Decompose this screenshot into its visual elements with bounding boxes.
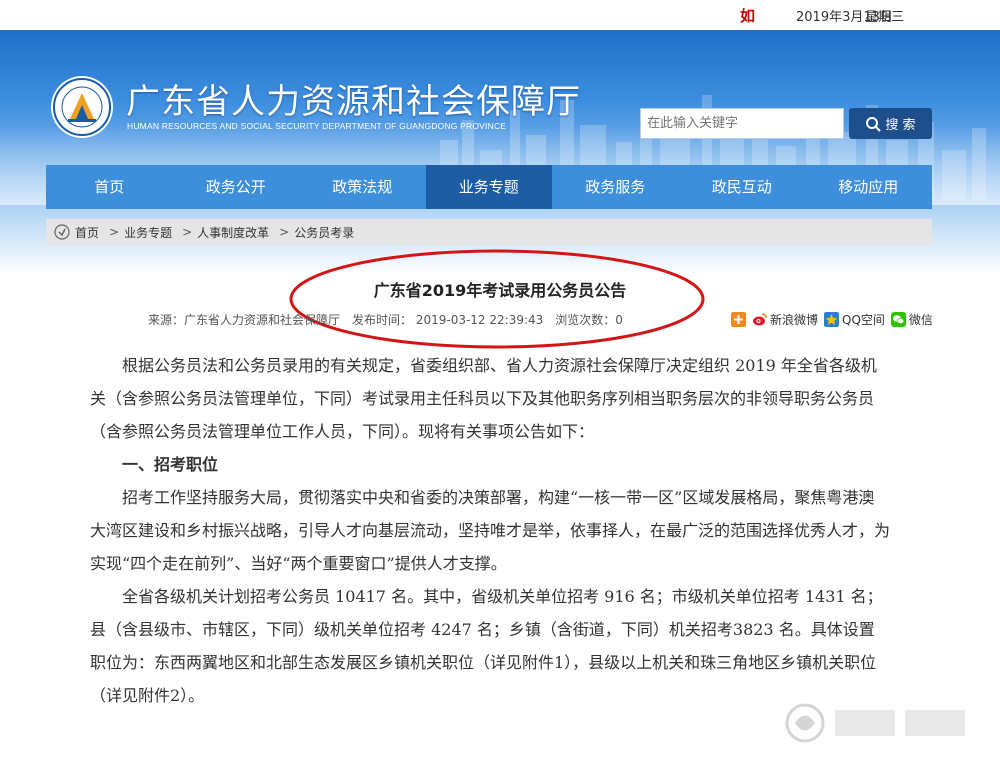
nav-item-government-affairs[interactable]: 政务公开: [173, 165, 300, 209]
article-body: 根据公务员法和公务员录用的有关规定，省委组织部、省人力资源社会保障厅决定组织 2…: [90, 349, 890, 712]
breadcrumb-separator: >: [279, 225, 290, 239]
article-meta: 来源：广东省人力资源和社会保障厅 发布时间： 2019-03-12 22:39:…: [148, 311, 623, 328]
site-title: 广东省人力资源和社会保障厅: [126, 82, 581, 122]
nav-item-public-interaction[interactable]: 政民互动: [679, 165, 806, 209]
breadcrumb-personnel-reform[interactable]: 人事制度改革: [197, 224, 269, 241]
section-heading: 一、招考职位: [122, 455, 219, 474]
nav-item-government-services[interactable]: 政务服务: [552, 165, 679, 209]
weibo-icon: [753, 313, 767, 326]
article-views: 浏览次数：0: [555, 313, 623, 327]
breadcrumb-civil-servant-exam[interactable]: 公务员考录: [294, 224, 354, 241]
search-button-label: 搜 索: [885, 118, 916, 133]
search-button[interactable]: 搜 索: [849, 108, 932, 139]
wechat-icon: [890, 312, 906, 327]
article-title: 广东省2019年考试录用公务员公告: [373, 281, 627, 300]
article-paragraph: 全省各级机关计划招考公务员 10417 名。其中，省级机关单位招考 916 名；…: [90, 587, 883, 705]
top-bar: 如 2019年3月13日 星期三: [0, 0, 1000, 30]
article-source: 来源：广东省人力资源和社会保障厅: [148, 313, 341, 327]
site-subtitle-english: HUMAN RESOURCES AND SOCIAL SECURITY DEPA…: [127, 121, 507, 131]
main-navigation: 首页 政务公开 政策法规 业务专题 政务服务 政民互动 移动应用: [46, 165, 932, 209]
share-more-button[interactable]: [731, 312, 746, 327]
share-qzone-label: QQ空间: [842, 313, 885, 327]
nav-item-mobile-apps[interactable]: 移动应用: [805, 165, 932, 209]
breadcrumb-home[interactable]: 首页: [75, 224, 99, 241]
share-weibo-label: 新浪微博: [770, 313, 819, 327]
department-emblem-logo: [51, 76, 113, 138]
nav-item-policies[interactable]: 政策法规: [299, 165, 426, 209]
topbar-mark: 如: [740, 7, 756, 25]
share-weibo-button[interactable]: 新浪微博: [752, 311, 818, 328]
share-bar: 新浪微博 QQ空间 微信: [731, 311, 935, 328]
search-input[interactable]: [640, 108, 844, 139]
search-icon: [866, 116, 882, 132]
breadcrumb-separator: >: [109, 225, 120, 239]
current-weekday: 星期三: [865, 10, 905, 25]
nav-item-home[interactable]: 首页: [46, 165, 173, 209]
breadcrumb-separator: >: [182, 225, 193, 239]
qzone-icon: [824, 312, 840, 327]
article-paragraph: 招考工作坚持服务大局，贯彻落实中央和省委的决策部署，构建“一核一带一区”区域发展…: [90, 488, 891, 573]
nav-item-business-topics[interactable]: 业务专题: [425, 165, 552, 209]
plus-share-icon: [731, 312, 746, 327]
location-arrow-icon: [54, 224, 70, 240]
article-publish-time: 发布时间： 2019-03-12 22:39:43: [352, 313, 544, 327]
breadcrumb: 首页 > 业务专题 > 人事制度改革 > 公务员考录: [46, 219, 932, 245]
share-wechat-label: 微信: [908, 313, 933, 327]
share-wechat-button[interactable]: 微信: [890, 311, 933, 328]
breadcrumb-business-topics[interactable]: 业务专题: [124, 224, 172, 241]
article-paragraph: 根据公务员法和公务员录用的有关规定，省委组织部、省人力资源社会保障厅决定组织 2…: [90, 356, 877, 441]
share-qzone-button[interactable]: QQ空间: [824, 311, 885, 328]
